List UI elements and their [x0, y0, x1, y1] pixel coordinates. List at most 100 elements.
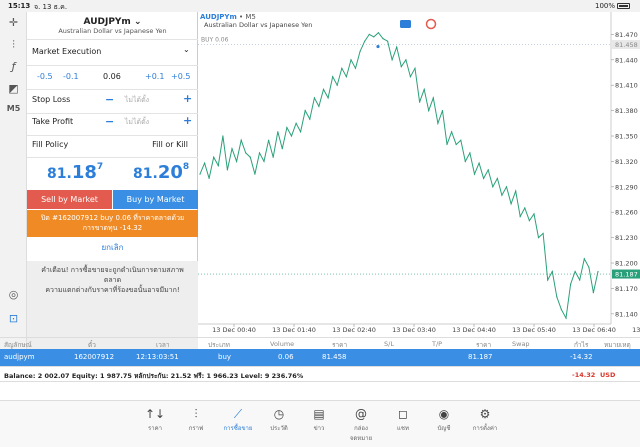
nav-account[interactable]: ◉ บัญชี — [428, 407, 460, 433]
take-profit-label: Take Profit — [32, 117, 74, 126]
price-point — [377, 32, 379, 34]
y-tick-label: 81.470 — [615, 31, 638, 39]
col-swap: Swap — [512, 340, 530, 348]
stop-loss-minus-button[interactable]: − — [105, 93, 114, 106]
fill-policy-value: Fill or Kill — [152, 140, 188, 149]
y-tick-label: 81.170 — [615, 285, 638, 293]
volume-minus-01[interactable]: -0.1 — [63, 72, 79, 81]
warning-line2: ความแตกต่างกับราคาที่ร้องขอนั้นอาจมีมาก! — [45, 286, 180, 294]
price-point — [208, 177, 210, 179]
price-point — [281, 148, 283, 150]
mail-icon: @ — [355, 407, 367, 421]
nav-news[interactable]: ▤ ข่าว — [303, 407, 335, 433]
nav-chat[interactable]: ◻ แชท — [387, 407, 419, 433]
price-point — [547, 279, 549, 281]
price-point — [537, 237, 540, 239]
x-tick-label: 13 Dec 00:40 — [212, 326, 256, 334]
position-time: 12:13:03:51 — [136, 353, 179, 361]
positions-header: สัญลักษณ์ ตั๋ว เวลา ประเภท Volume ราคา S… — [0, 337, 640, 349]
price-point — [556, 296, 558, 298]
chart-title: AUDJPYm • M5 — [200, 13, 256, 21]
price-point — [268, 139, 270, 141]
price-point — [322, 88, 325, 90]
candles-icon[interactable]: ⫶ — [0, 38, 27, 52]
price-point — [245, 152, 247, 154]
volume-input[interactable]: 0.06 — [103, 72, 121, 81]
price-point — [222, 135, 224, 137]
price-display: 81.187 81.208 — [27, 159, 198, 187]
nav-mailbox[interactable]: @ กล่องจดหมาย — [345, 407, 377, 443]
entry-marker — [376, 44, 380, 49]
price-point — [528, 220, 530, 222]
price-point — [496, 177, 498, 179]
price-point — [478, 162, 480, 164]
timeframe-button[interactable]: M5 — [0, 104, 27, 113]
balance-summary: Balance: 2 002.07 Equity: 1 987.75 หลักป… — [4, 372, 304, 380]
price-point — [432, 97, 434, 99]
price-point — [236, 160, 238, 162]
price-point — [382, 38, 384, 40]
status-bar: 15:13 จ. 13 ธ.ค. 100% — [0, 0, 640, 12]
execution-label: Market Execution — [32, 47, 102, 56]
take-profit-plus-button[interactable]: + — [183, 114, 192, 127]
objects-icon[interactable]: ◩ — [0, 82, 27, 95]
price-point — [204, 162, 206, 164]
function-icon[interactable]: ƒ — [0, 60, 27, 73]
close-position-button[interactable]: ปิด #162007912 buy 0.06 ที่ราคาตลาดด้วย … — [27, 210, 198, 237]
buy-by-market-button[interactable]: Buy by Market — [113, 190, 198, 209]
take-profit-minus-button[interactable]: − — [105, 115, 114, 128]
price-point — [304, 110, 306, 112]
crosshair-icon[interactable]: ✛ — [0, 16, 27, 29]
account-balance-row: Balance: 2 002.07 Equity: 1 987.75 หลักป… — [0, 366, 640, 382]
buy-level-label: BUY 0.06 — [201, 37, 229, 44]
price-point — [542, 232, 544, 234]
x-tick-label: 13 Dec 02:40 — [332, 326, 376, 334]
news-icon: ▤ — [313, 407, 325, 421]
price-chart[interactable]: 81.470 81.440 81.410 81.380 81.350 81.320 81.2… — [198, 12, 640, 334]
bid-price: 81.187 — [47, 162, 104, 183]
stop-loss-input[interactable]: ไม่ได้ตั้ง — [117, 95, 157, 106]
sell-by-market-button[interactable]: Sell by Market — [27, 190, 112, 209]
price-point — [391, 59, 393, 61]
volume-minus-05[interactable]: -0.5 — [37, 72, 53, 81]
nav-settings[interactable]: ⚙ การตั้งค่า — [469, 407, 501, 433]
price-point — [295, 122, 297, 124]
price-point — [309, 118, 311, 120]
symbol-name: AUDJPYm ⌄ — [83, 17, 142, 27]
nav-quotes[interactable]: ↑↓ ราคา — [139, 407, 171, 433]
cancel-button[interactable]: ยกเลิก — [27, 241, 198, 257]
price-point — [579, 279, 581, 281]
price-point — [313, 97, 315, 99]
col-volume: Volume — [270, 340, 295, 348]
price-point — [327, 97, 329, 99]
price-point — [240, 139, 242, 141]
close-position-line1: ปิด #162007912 buy 0.06 ที่ราคาตลาดด้วย — [40, 214, 185, 222]
y-tick-label: 81.350 — [615, 133, 638, 141]
col-sl: S/L — [384, 340, 394, 348]
x-tick-label: 13 Dec 04:40 — [452, 326, 496, 334]
chevron-down-icon: ⌄ — [133, 17, 142, 27]
position-profit: -14.32 — [570, 353, 593, 361]
nav-trade[interactable]: ⟋ การซื้อขาย — [222, 407, 254, 433]
price-point — [300, 131, 302, 133]
y-tick-label: 81.290 — [615, 183, 638, 191]
symbol-header[interactable]: AUDJPYm ⌄ Australian Dollar vs Japanese … — [27, 12, 198, 38]
chat-icon[interactable]: ◎ — [0, 288, 27, 301]
stop-loss-plus-button[interactable]: + — [183, 92, 192, 105]
price-point — [364, 40, 366, 42]
price-point — [290, 135, 293, 137]
x-tick-label: 13 Dec 06:40 — [572, 326, 616, 334]
volume-plus-05[interactable]: +0.5 — [171, 72, 190, 81]
take-profit-input[interactable]: ไม่ได้ตั้ง — [117, 117, 157, 128]
price-point — [199, 173, 201, 175]
position-row[interactable]: audjpym 162007912 12:13:03:51 buy 0.06 8… — [0, 349, 640, 366]
x-tick-label: 13 Dec 07:40 — [632, 326, 640, 334]
volume-plus-01[interactable]: +0.1 — [145, 72, 164, 81]
settings-icon: ⚙ — [479, 407, 491, 421]
save-icon[interactable]: ⊡ — [0, 312, 27, 325]
price-point — [400, 66, 402, 68]
price-point — [574, 270, 576, 273]
price-point — [318, 105, 320, 107]
nav-history[interactable]: ◷ ประวัติ — [263, 407, 295, 433]
nav-charts[interactable]: ⫶ กราฟ — [180, 407, 212, 433]
